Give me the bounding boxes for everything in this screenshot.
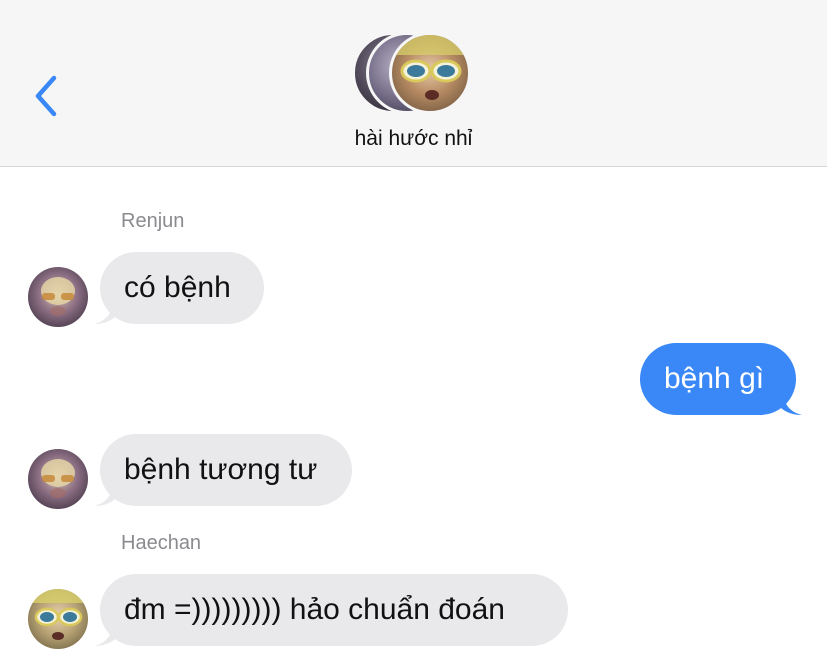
message-bubble[interactable]: có bệnh: [100, 252, 264, 324]
bubble-tail: [94, 302, 116, 324]
message-bubble[interactable]: bệnh gì: [640, 343, 796, 415]
bubble-tail: [780, 393, 802, 415]
avatar-photo: [28, 589, 88, 640]
message-text: có bệnh: [124, 271, 231, 304]
bubble-tail: [94, 624, 116, 646]
chevron-left-icon: [35, 75, 57, 117]
avatar[interactable]: [28, 589, 88, 649]
message-bubble[interactable]: đm =))))))))) hảo chuẩn đoán: [100, 574, 568, 646]
avatar-photo: [41, 459, 75, 498]
avatar-photo: [41, 277, 75, 316]
chat-header: hài hước nhỉ: [0, 0, 827, 167]
message-text: bệnh tương tư: [124, 453, 318, 486]
sender-name: Renjun: [121, 210, 185, 232]
sender-name: Haechan: [121, 532, 202, 554]
back-button[interactable]: [28, 72, 68, 120]
group-name[interactable]: hài hước nhỉ: [0, 127, 827, 151]
avatar[interactable]: [28, 267, 88, 327]
avatar[interactable]: [28, 449, 88, 509]
message-bubble[interactable]: bệnh tương tư: [100, 434, 352, 506]
message-text: bệnh gì: [664, 362, 765, 395]
sunglasses-photo: [392, 35, 468, 100]
bubble-tail: [94, 484, 116, 506]
message-text: đm =))))))))) hảo chuẩn đoán: [124, 593, 505, 626]
member-avatar: [389, 32, 471, 114]
group-avatar[interactable]: [352, 32, 476, 114]
